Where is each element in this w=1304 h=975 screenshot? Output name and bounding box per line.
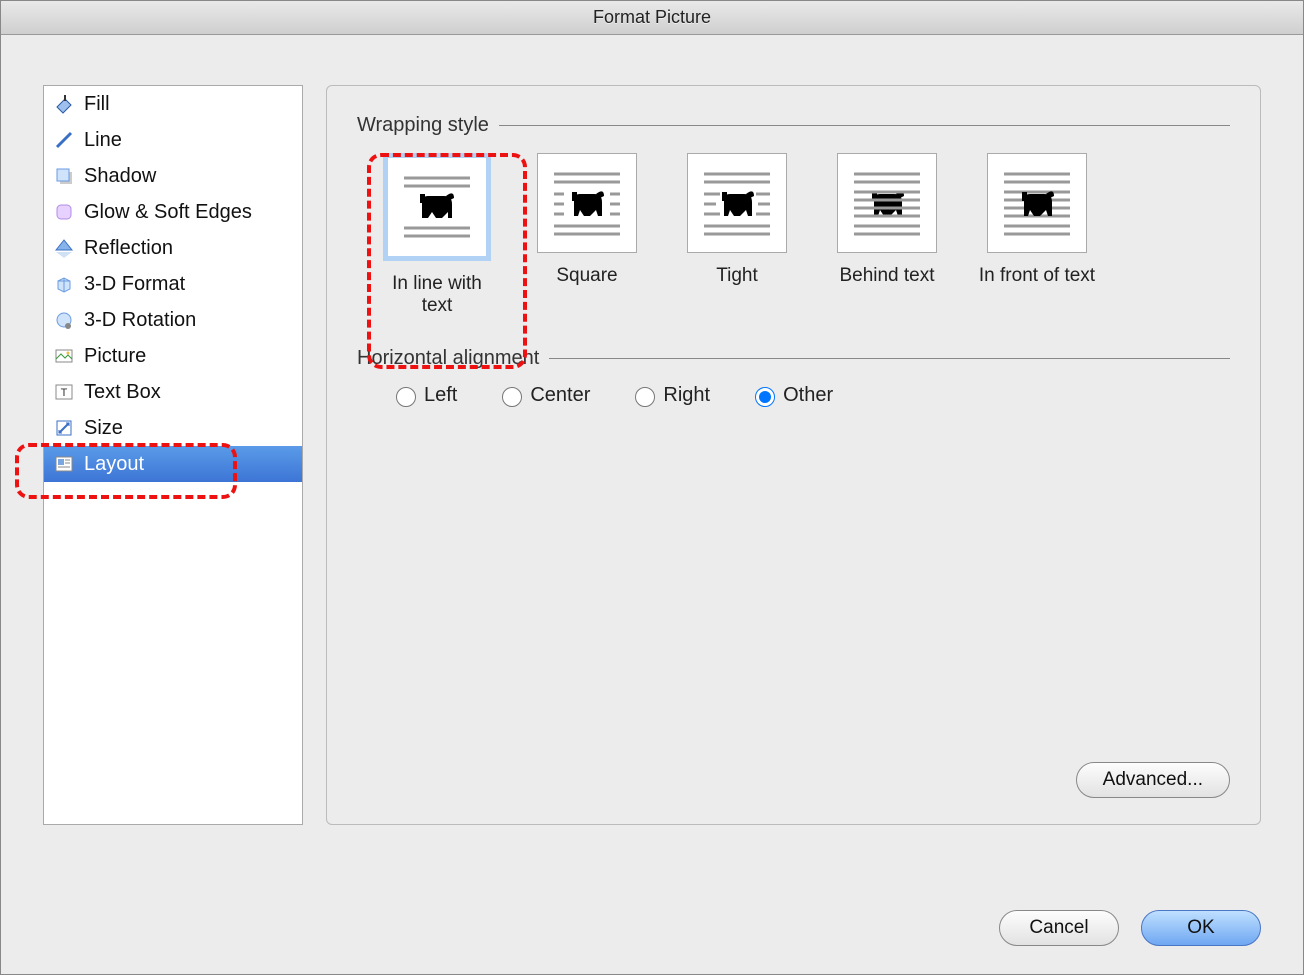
section-label: Horizontal alignment xyxy=(357,347,549,370)
picture-icon xyxy=(50,342,78,370)
cube-icon xyxy=(50,270,78,298)
layout-panel: Wrapping style xyxy=(326,85,1261,825)
window-title: Format Picture xyxy=(593,7,711,28)
sidebar-item-3d-rotation[interactable]: 3-D Rotation xyxy=(44,302,302,338)
sidebar-item-label: Text Box xyxy=(84,381,161,404)
sidebar-item-glow[interactable]: Glow & Soft Edges xyxy=(44,194,302,230)
align-center-radio[interactable]: Center xyxy=(497,384,590,407)
radio-input[interactable] xyxy=(502,387,522,407)
wrap-option-label: In front of text xyxy=(979,265,1095,287)
wrap-thumb-tight xyxy=(687,153,787,253)
sidebar-item-label: 3-D Rotation xyxy=(84,309,196,332)
rotation-icon xyxy=(50,306,78,334)
dialog-footer-buttons: Cancel OK xyxy=(999,910,1261,946)
radio-input[interactable] xyxy=(635,387,655,407)
sidebar-item-3d-format[interactable]: 3-D Format xyxy=(44,266,302,302)
sidebar-item-size[interactable]: Size xyxy=(44,410,302,446)
format-picture-dialog: Format Picture Fill Line Shadow xyxy=(0,0,1304,975)
sidebar-item-shadow[interactable]: Shadow xyxy=(44,158,302,194)
sidebar-item-text-box[interactable]: T Text Box xyxy=(44,374,302,410)
sidebar-item-label: Line xyxy=(84,129,122,152)
sidebar-item-line[interactable]: Line xyxy=(44,122,302,158)
sidebar-item-label: Picture xyxy=(84,345,146,368)
sidebar-item-reflection[interactable]: Reflection xyxy=(44,230,302,266)
sidebar-item-label: Layout xyxy=(84,453,144,476)
radio-input[interactable] xyxy=(396,387,416,407)
horizontal-alignment-options: Left Center Right Other xyxy=(357,384,1230,407)
wrap-option-square[interactable]: Square xyxy=(527,153,647,287)
cancel-button[interactable]: Cancel xyxy=(999,910,1119,946)
align-other-radio[interactable]: Other xyxy=(750,384,833,407)
wrap-thumb-inline xyxy=(383,153,491,261)
radio-label: Other xyxy=(783,384,833,407)
wrap-option-infront[interactable]: In front of text xyxy=(977,153,1097,287)
sidebar-item-label: 3-D Format xyxy=(84,273,185,296)
wrap-thumb-square xyxy=(537,153,637,253)
wrap-option-label: Square xyxy=(556,265,617,287)
layout-icon xyxy=(50,450,78,478)
sidebar-item-label: Size xyxy=(84,417,123,440)
rule xyxy=(549,358,1230,359)
wrap-option-inline[interactable]: In line with text xyxy=(377,153,497,317)
horizontal-alignment-header: Horizontal alignment xyxy=(357,347,1230,370)
section-label: Wrapping style xyxy=(357,114,499,137)
dialog-body: Fill Line Shadow Glow & Soft Edges xyxy=(1,35,1303,974)
wrap-option-label: Tight xyxy=(716,265,758,287)
svg-text:T: T xyxy=(61,387,68,399)
sidebar-item-fill[interactable]: Fill xyxy=(44,86,302,122)
advanced-button[interactable]: Advanced... xyxy=(1076,762,1230,798)
radio-label: Right xyxy=(663,384,710,407)
wrapping-style-options: In line with text xyxy=(357,153,1230,317)
sidebar-item-label: Shadow xyxy=(84,165,156,188)
reflection-icon xyxy=(50,234,78,262)
sidebar-item-layout[interactable]: Layout xyxy=(44,446,302,482)
text-box-icon: T xyxy=(50,378,78,406)
shadow-icon xyxy=(50,162,78,190)
wrap-option-label: In line with text xyxy=(377,273,497,317)
align-left-radio[interactable]: Left xyxy=(391,384,457,407)
align-right-radio[interactable]: Right xyxy=(630,384,710,407)
wrap-option-tight[interactable]: Tight xyxy=(677,153,797,287)
rule xyxy=(499,125,1230,126)
sidebar-item-label: Fill xyxy=(84,93,110,116)
radio-label: Left xyxy=(424,384,457,407)
wrapping-style-header: Wrapping style xyxy=(357,114,1230,137)
radio-label: Center xyxy=(530,384,590,407)
titlebar: Format Picture xyxy=(1,1,1303,35)
size-icon xyxy=(50,414,78,442)
wrap-option-label: Behind text xyxy=(839,265,934,287)
wrap-option-behind[interactable]: Behind text xyxy=(827,153,947,287)
line-icon xyxy=(50,126,78,154)
wrap-thumb-behind xyxy=(837,153,937,253)
sidebar-item-label: Glow & Soft Edges xyxy=(84,201,252,224)
wrap-thumb-infront xyxy=(987,153,1087,253)
radio-input[interactable] xyxy=(755,387,775,407)
glow-icon xyxy=(50,198,78,226)
sidebar-item-picture[interactable]: Picture xyxy=(44,338,302,374)
category-sidebar: Fill Line Shadow Glow & Soft Edges xyxy=(43,85,303,825)
sidebar-item-label: Reflection xyxy=(84,237,173,260)
fill-bucket-icon xyxy=(50,90,78,118)
ok-button[interactable]: OK xyxy=(1141,910,1261,946)
